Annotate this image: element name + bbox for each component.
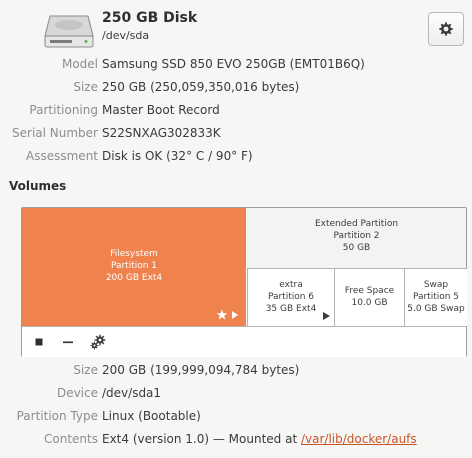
partition-1-badges (216, 309, 240, 321)
volume-size-row: Size 200 GB (199,999,094,784 bytes) (0, 360, 472, 380)
partitioning-row: Partitioning Master Boot Record (0, 100, 472, 120)
volume-size-value: 200 GB (199,999,094,784 bytes) (102, 363, 300, 377)
stop-icon (35, 338, 43, 346)
volume-device-label: Device (56, 386, 98, 400)
partitioning-value: Master Boot Record (102, 103, 220, 117)
partition-type-value: Linux (Bootable) (102, 409, 201, 423)
disk-title: 250 GB Disk (102, 10, 198, 26)
play-arrow-icon (323, 312, 330, 320)
contents-label: Contents (44, 432, 98, 446)
partition-5-name: Swap (423, 280, 449, 290)
partition-1-name: Filesystem (110, 249, 158, 259)
partition-6-name: extra (279, 280, 303, 290)
volumes-heading: Volumes (9, 179, 67, 193)
free-space-name: Free Space (344, 286, 395, 296)
contents-description: Ext4 (version 1.0) — Mounted at (102, 432, 301, 446)
minus-icon (63, 341, 73, 344)
partition-1-number: Partition 1 (110, 261, 158, 271)
extended-partition-name: Extended Partition (314, 219, 399, 229)
partition-5-size: 5.0 GB Swap (407, 304, 465, 314)
free-space-block[interactable]: Free Space 10.0 GB (334, 269, 404, 326)
model-row: Model Samsung SSD 850 EVO 250GB (EMT01B6… (0, 54, 472, 74)
partition-6-number: Partition 6 (267, 292, 315, 302)
volume-device-row: Device /dev/sda1 (0, 383, 472, 403)
contents-value: Ext4 (version 1.0) — Mounted at /var/lib… (102, 429, 417, 449)
partition-6-size: 35 GB Ext4 (265, 304, 317, 314)
serial-label: Serial Number (12, 126, 98, 140)
serial-value: S22SNXAG302833K (102, 126, 221, 140)
partition-5-number: Partition 5 (412, 292, 460, 302)
assessment-value: Disk is OK (32° C / 90° F) (102, 149, 253, 163)
unmount-button[interactable] (28, 331, 50, 353)
extended-partition-block[interactable]: Extended Partition Partition 2 50 GB (247, 208, 466, 269)
volume-toolbar (22, 326, 466, 357)
partition-6-block[interactable]: extra Partition 6 35 GB Ext4 (247, 269, 334, 326)
volume-size-label: Size (73, 363, 98, 377)
volume-map: Filesystem Partition 1 200 GB Ext4 Exten… (21, 207, 467, 357)
volume-device-value: /dev/sda1 (102, 386, 162, 400)
partition-1-size: 200 GB Ext4 (105, 273, 163, 283)
partition-1-block[interactable]: Filesystem Partition 1 200 GB Ext4 (22, 208, 246, 326)
disk-settings-button[interactable] (428, 12, 464, 46)
assessment-row: Assessment Disk is OK (32° C / 90° F) (0, 146, 472, 166)
gears-icon (90, 334, 106, 350)
partition-5-block[interactable]: Swap Partition 5 5.0 GB Swap (404, 269, 467, 326)
free-space-size: 10.0 GB (351, 298, 388, 308)
contents-row: Contents Ext4 (version 1.0) — Mounted at… (0, 429, 472, 449)
disk-size-row: Size 250 GB (250,059,350,016 bytes) (0, 77, 472, 97)
partitioning-label: Partitioning (29, 103, 98, 117)
extended-partition-number: Partition 2 (333, 231, 380, 241)
serial-row: Serial Number S22SNXAG302833K (0, 123, 472, 143)
mount-point-link[interactable]: /var/lib/docker/aufs (301, 432, 417, 446)
disk-size-value: 250 GB (250,059,350,016 bytes) (102, 80, 300, 94)
partition-options-button[interactable] (87, 331, 109, 353)
model-value: Samsung SSD 850 EVO 250GB (EMT01B6Q) (102, 57, 365, 71)
disk-size-label: Size (73, 80, 98, 94)
star-icon (216, 309, 228, 320)
play-arrow-icon (232, 311, 238, 319)
delete-partition-button[interactable] (57, 331, 79, 353)
partition-type-row: Partition Type Linux (Bootable) (0, 406, 472, 426)
extended-partition-size: 50 GB (342, 243, 371, 253)
model-label: Model (61, 57, 98, 71)
disk-device-path: /dev/sda (102, 29, 150, 42)
gear-icon (439, 22, 453, 36)
assessment-label: Assessment (26, 149, 98, 163)
hard-disk-icon (44, 10, 94, 50)
partition-type-label: Partition Type (16, 409, 98, 423)
